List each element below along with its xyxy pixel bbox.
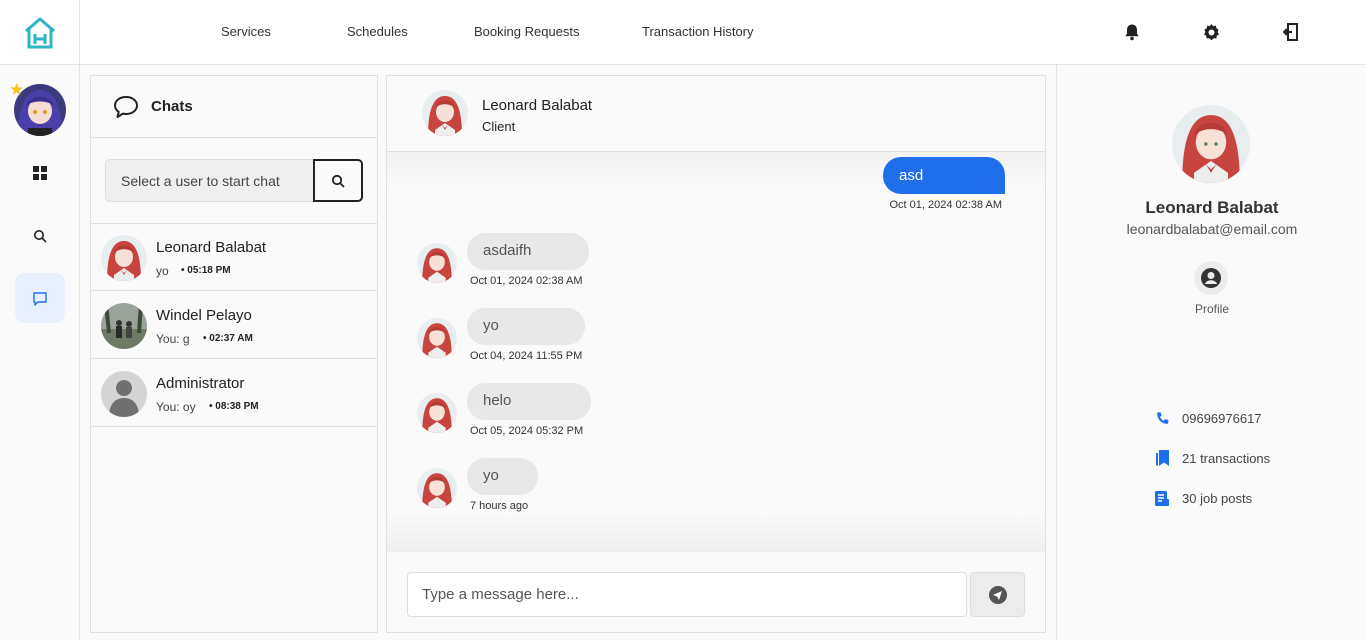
chat-search-button[interactable] bbox=[313, 159, 363, 202]
house-logo-icon bbox=[24, 17, 55, 48]
nav-transaction-history[interactable]: Transaction History bbox=[642, 24, 754, 39]
contact-item-windel-pelayo[interactable]: Windel Pelayo You: g • 02:37 AM bbox=[91, 292, 377, 359]
chat-search-input[interactable] bbox=[105, 159, 314, 202]
star-badge-icon: ★ bbox=[9, 80, 25, 99]
contact-avatar bbox=[101, 235, 147, 281]
contact-item-leonard-balabat[interactable]: Leonard Balabat yo • 05:18 PM bbox=[91, 224, 377, 291]
incoming-message-bubble: asdaifh bbox=[467, 233, 589, 270]
sender-avatar bbox=[417, 468, 457, 508]
default-user-avatar-icon bbox=[101, 371, 147, 417]
profile-button[interactable] bbox=[1194, 261, 1228, 295]
profile-job-posts: 30 job posts bbox=[1182, 490, 1253, 506]
transactions-row: 21 transactions bbox=[1152, 448, 1270, 468]
contact-name: Leonard Balabat bbox=[156, 239, 267, 256]
sender-avatar bbox=[417, 393, 457, 433]
contact-preview: yo bbox=[156, 264, 169, 278]
app-logo[interactable] bbox=[0, 0, 80, 65]
contact-name: Windel Pelayo bbox=[156, 307, 252, 324]
logout-icon[interactable] bbox=[1279, 20, 1303, 44]
send-button[interactable] bbox=[970, 572, 1025, 617]
speech-bubble-icon bbox=[114, 95, 138, 118]
chat-list-panel: Chats Leonard Balabat yo • 05:18 PM Wind… bbox=[90, 75, 378, 633]
search-icon bbox=[331, 174, 345, 188]
send-icon bbox=[988, 585, 1007, 604]
contact-time: • 02:37 AM bbox=[203, 333, 253, 344]
profile-phone: 09696976617 bbox=[1182, 410, 1262, 426]
bell-icon[interactable] bbox=[1120, 20, 1144, 44]
nav-services[interactable]: Services bbox=[221, 24, 271, 39]
incoming-message-time: Oct 04, 2024 11:55 PM bbox=[470, 350, 583, 362]
profile-transactions: 21 transactions bbox=[1182, 450, 1271, 466]
incoming-message-bubble: yo bbox=[467, 308, 585, 345]
incoming-message-bubble: yo bbox=[467, 458, 538, 495]
outgoing-message-time: Oct 01, 2024 02:38 AM bbox=[889, 199, 1002, 211]
job-posts-row: 30 job posts bbox=[1152, 488, 1252, 508]
top-bar: Services Schedules Booking Requests Tran… bbox=[0, 0, 1366, 65]
contact-time: • 08:38 PM bbox=[209, 401, 259, 412]
phone-icon bbox=[1152, 408, 1172, 428]
profile-panel: Leonard Balabat leonardbalabat@email.com… bbox=[1056, 65, 1366, 640]
sender-avatar bbox=[417, 243, 457, 283]
contact-preview: You: oy bbox=[156, 400, 196, 414]
messages-icon[interactable] bbox=[15, 273, 65, 323]
incoming-message-time: Oct 01, 2024 02:38 AM bbox=[470, 275, 583, 287]
conversation-panel: Leonard Balabat Client asd Oct 01, 2024 … bbox=[386, 75, 1046, 633]
conversation-name: Leonard Balabat bbox=[482, 97, 593, 114]
incoming-message-time: 7 hours ago bbox=[470, 500, 529, 512]
bookmarks-icon bbox=[1152, 448, 1172, 468]
contact-preview: You: g bbox=[156, 332, 190, 346]
nav-booking-requests[interactable]: Booking Requests bbox=[474, 24, 580, 39]
sender-avatar bbox=[417, 318, 457, 358]
contact-time: • 05:18 PM bbox=[181, 265, 231, 276]
contact-item-administrator[interactable]: Administrator You: oy • 08:38 PM bbox=[91, 360, 377, 427]
phone-row: 09696976617 bbox=[1152, 408, 1262, 428]
outgoing-message-bubble: asd bbox=[883, 157, 1005, 194]
message-composer bbox=[387, 552, 1045, 632]
message-input[interactable] bbox=[407, 572, 967, 617]
contact-name: Administrator bbox=[156, 375, 245, 392]
chat-search-row bbox=[91, 138, 377, 224]
chat-list-header: Chats bbox=[91, 76, 377, 138]
search-icon[interactable] bbox=[15, 211, 65, 261]
nav-schedules[interactable]: Schedules bbox=[347, 24, 408, 39]
message-list[interactable]: asd Oct 01, 2024 02:38 AM asdaifh Oct 01… bbox=[387, 152, 1045, 552]
profile-label: Profile bbox=[1194, 302, 1229, 316]
left-rail: ★ bbox=[0, 65, 80, 640]
incoming-message-bubble: helo bbox=[467, 383, 591, 420]
conversation-avatar[interactable] bbox=[422, 90, 468, 136]
document-icon bbox=[1152, 488, 1172, 508]
conversation-header: Leonard Balabat Client bbox=[387, 76, 1045, 152]
profile-name: Leonard Balabat bbox=[1145, 198, 1279, 217]
user-circle-icon bbox=[1201, 268, 1221, 288]
profile-avatar bbox=[1172, 105, 1250, 183]
dashboard-icon[interactable] bbox=[15, 148, 65, 198]
gear-icon[interactable] bbox=[1199, 20, 1223, 44]
chats-title: Chats bbox=[151, 98, 193, 115]
contact-avatar bbox=[101, 303, 147, 349]
profile-email: leonardbalabat@email.com bbox=[1126, 221, 1298, 237]
conversation-role: Client bbox=[482, 119, 516, 134]
incoming-message-time: Oct 05, 2024 05:32 PM bbox=[470, 425, 584, 437]
